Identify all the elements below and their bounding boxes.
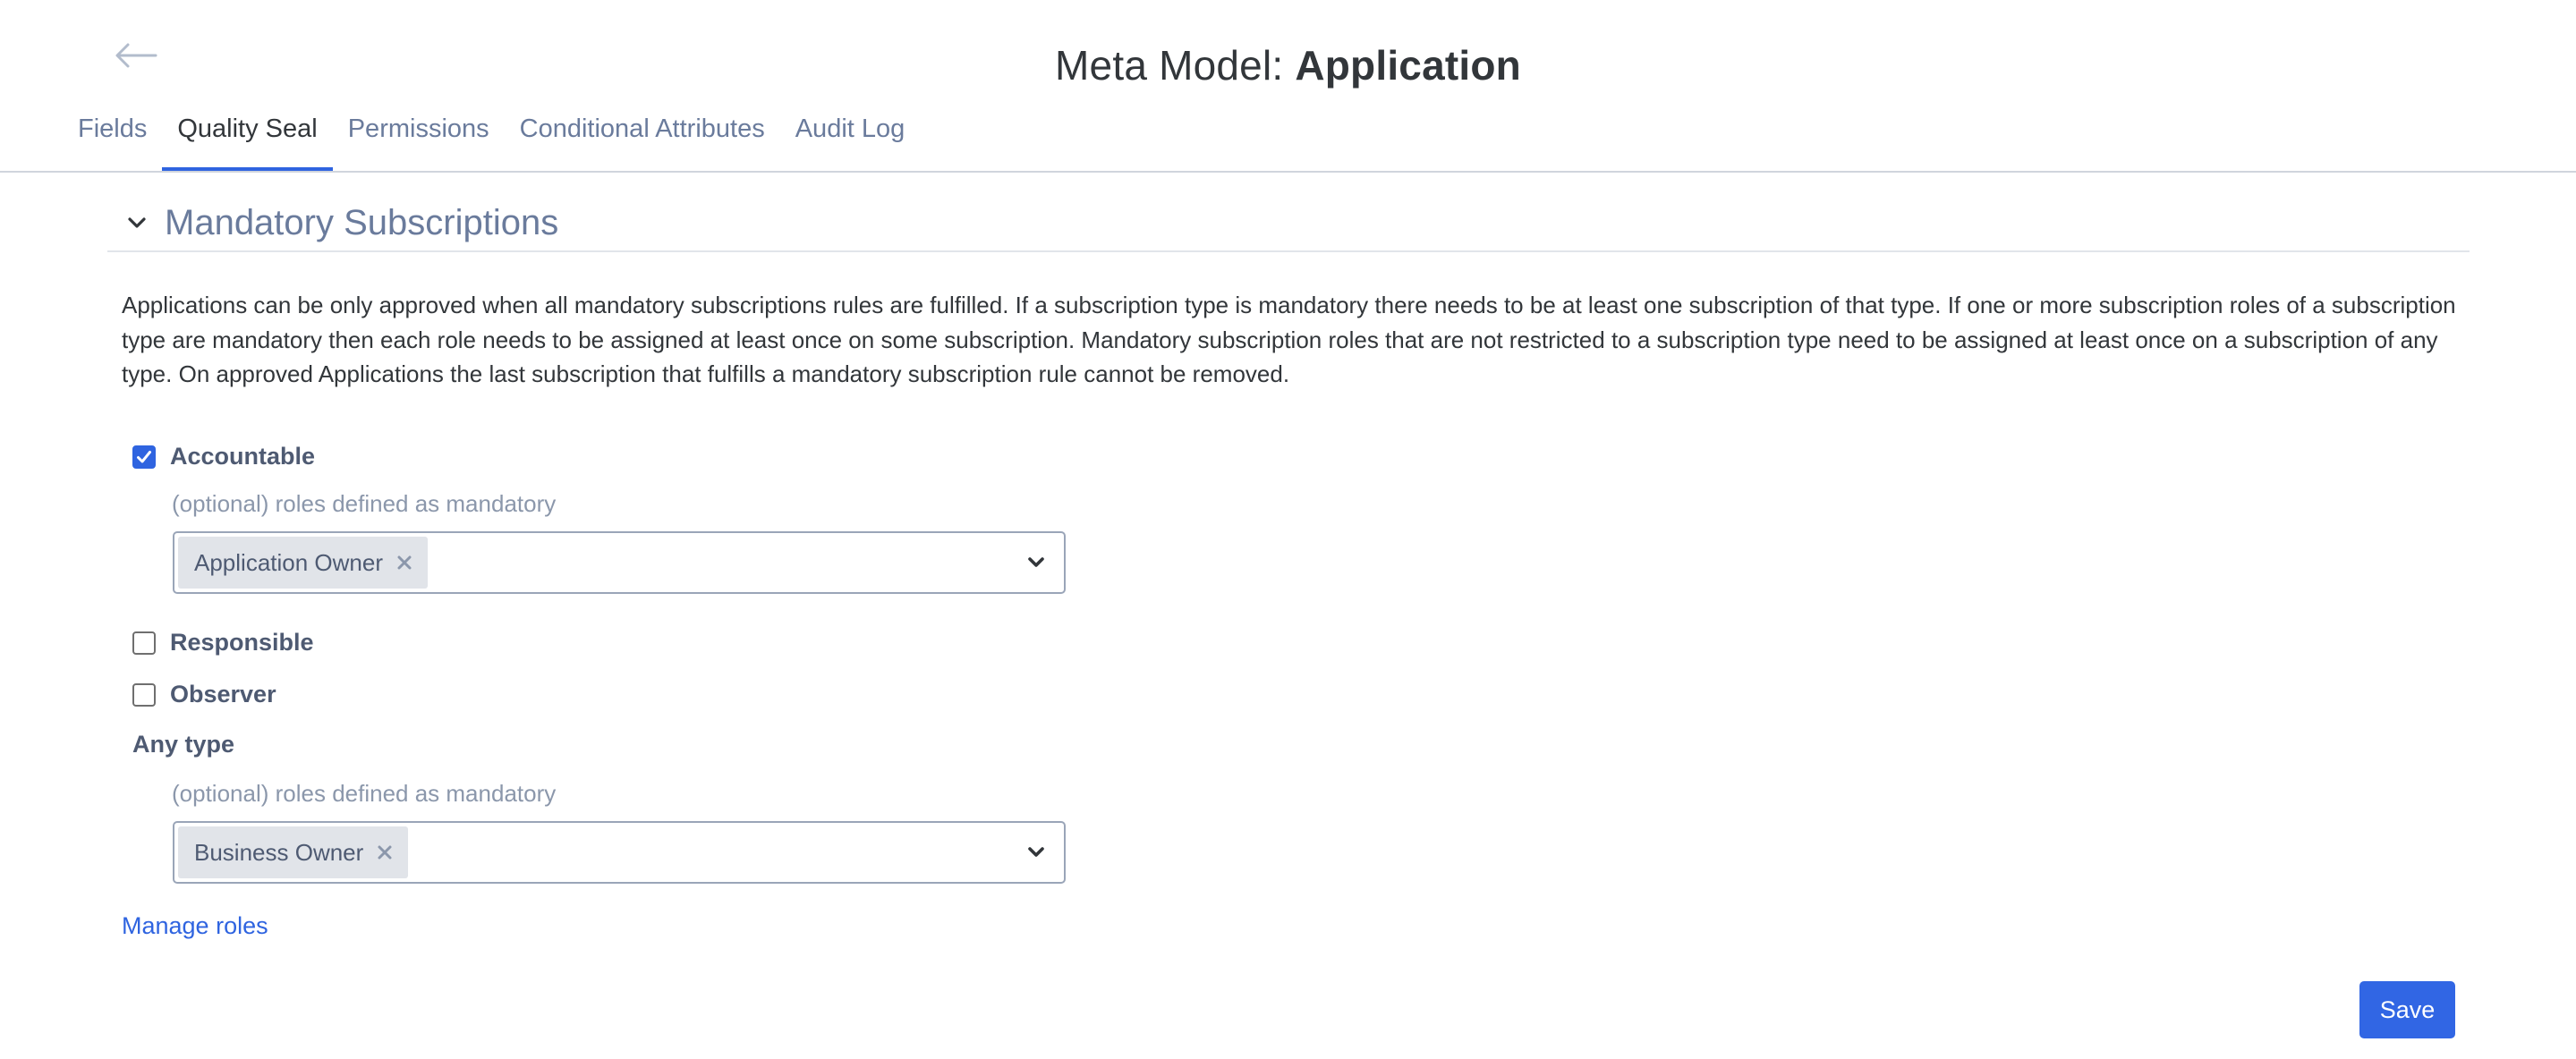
save-button[interactable]: Save [2359, 981, 2455, 1038]
roles-hint-accountable: (optional) roles defined as mandatory [172, 490, 557, 517]
tab-quality-seal[interactable]: Quality Seal [162, 111, 334, 171]
role-chip-label: Business Owner [194, 838, 364, 866]
roles-multiselect-any-type[interactable]: Business Owner [173, 821, 1066, 884]
tab-fields[interactable]: Fields [63, 111, 162, 166]
manage-roles-link[interactable]: Manage roles [122, 912, 268, 940]
tab-bar: Fields Quality Seal Permissions Conditio… [63, 111, 920, 172]
any-type-label: Any type [132, 731, 235, 758]
checkbox-accountable[interactable]: Accountable [132, 443, 315, 470]
tab-audit-log[interactable]: Audit Log [780, 111, 921, 166]
chevron-down-icon[interactable] [1024, 841, 1048, 864]
chevron-down-icon [123, 209, 150, 236]
role-chip: Business Owner [178, 826, 409, 878]
header-divider [0, 171, 2576, 173]
role-chip: Application Owner [178, 537, 428, 589]
roles-multiselect-accountable[interactable]: Application Owner [173, 531, 1066, 594]
close-icon[interactable] [395, 554, 413, 572]
close-icon[interactable] [376, 843, 394, 861]
section-description: Applications can be only approved when a… [122, 292, 2456, 387]
checkbox-label-responsible: Responsible [170, 629, 314, 656]
chevron-down-icon[interactable] [1024, 551, 1048, 574]
tab-conditional-attributes[interactable]: Conditional Attributes [505, 111, 780, 166]
section-title: Mandatory Subscriptions [165, 202, 559, 242]
roles-hint-any-type: (optional) roles defined as mandatory [172, 780, 557, 807]
checkbox-unchecked-icon[interactable] [132, 631, 156, 655]
checkbox-unchecked-icon[interactable] [132, 682, 156, 707]
role-chip-label: Application Owner [194, 548, 383, 576]
checkbox-observer[interactable]: Observer [132, 681, 276, 708]
page-title-entity: Application [1295, 42, 1521, 89]
checkbox-label-observer: Observer [170, 681, 276, 707]
page-title: Meta Model: Application [0, 41, 2576, 89]
checkbox-label-accountable: Accountable [170, 443, 316, 470]
section-header-mandatory-subscriptions[interactable]: Mandatory Subscriptions [107, 195, 2470, 252]
checkbox-responsible[interactable]: Responsible [132, 629, 314, 657]
checkbox-checked-icon[interactable] [132, 445, 156, 469]
tab-permissions[interactable]: Permissions [333, 111, 505, 166]
page-title-prefix: Meta Model: [1055, 42, 1296, 89]
